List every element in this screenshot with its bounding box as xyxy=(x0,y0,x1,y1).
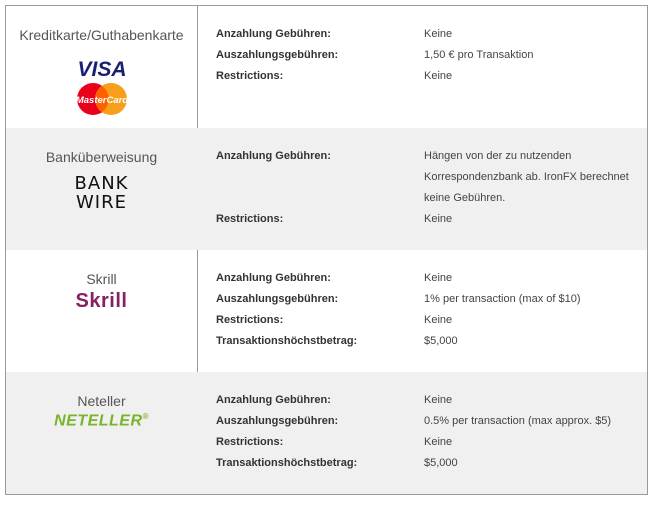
detail-value: Keine xyxy=(424,436,453,448)
details-cell: Anzahlung Gebühren: Keine Auszahlungsgeb… xyxy=(216,268,637,352)
registered-mark: ® xyxy=(142,412,149,421)
visa-text: VISA xyxy=(77,58,126,80)
detail-line: Auszahlungsgebühren: 0.5% per transactio… xyxy=(216,411,637,432)
mastercard-logo: MasterCard xyxy=(6,82,197,116)
detail-label: Auszahlungsgebühren: xyxy=(216,293,339,305)
detail-label: Anzahlung Gebühren: xyxy=(216,272,331,284)
bank-wire-line: WIRE xyxy=(76,192,127,213)
detail-label: Anzahlung Gebühren: xyxy=(216,28,331,40)
detail-line: Restrictions: Keine xyxy=(216,66,637,87)
detail-value: Keine xyxy=(424,70,453,82)
bank-wire-logo: BANK WIRE xyxy=(6,174,197,212)
detail-line: Restrictions: Keine xyxy=(216,310,637,331)
detail-label: Restrictions: xyxy=(216,314,284,326)
detail-line: Restrictions: Keine xyxy=(216,432,637,453)
detail-value: Hängen von der zu nutzenden Korresponden… xyxy=(424,150,629,204)
detail-value: $5,000 xyxy=(424,335,458,347)
detail-value: 1,50 € pro Transaktion xyxy=(424,49,534,61)
payment-methods-table: Kreditkarte/Guthabenkarte VISA MasterCar… xyxy=(5,5,648,495)
method-name: Kreditkarte/Guthabenkarte xyxy=(19,27,184,43)
detail-label: Anzahlung Gebühren: xyxy=(216,394,331,406)
table-row: Skrill Skrill Anzahlung Gebühren: Keine … xyxy=(6,250,647,372)
neteller-logo-text: NETELLER xyxy=(54,412,143,430)
detail-value: Keine xyxy=(424,272,453,284)
detail-value: Keine xyxy=(424,28,453,40)
detail-line: Restrictions: Keine xyxy=(216,209,637,230)
method-name: Neteller xyxy=(77,393,126,409)
visa-logo: VISA xyxy=(6,58,197,80)
skrill-logo: Skrill xyxy=(75,290,128,312)
detail-line: Anzahlung Gebühren: Keine xyxy=(216,24,637,45)
table-row: Kreditkarte/Guthabenkarte VISA MasterCar… xyxy=(6,6,647,128)
bank-wire-line: BANK xyxy=(74,173,129,194)
detail-label: Restrictions: xyxy=(216,436,284,448)
detail-label: Transaktionshöchstbetrag: xyxy=(216,335,358,347)
detail-line: Transaktionshöchstbetrag: $5,000 xyxy=(216,331,637,352)
method-cell: Neteller NETELLER® xyxy=(6,372,197,430)
details-cell: Anzahlung Gebühren: Keine Auszahlungsgeb… xyxy=(216,24,637,87)
neteller-logo: NETELLER® xyxy=(6,412,197,430)
detail-line: Auszahlungsgebühren: 1,50 € pro Transakt… xyxy=(216,45,637,66)
detail-label: Restrictions: xyxy=(216,70,284,82)
method-name: Banküberweisung xyxy=(45,149,158,165)
detail-value: $5,000 xyxy=(424,457,458,469)
method-cell: Kreditkarte/Guthabenkarte VISA MasterCar… xyxy=(6,6,197,116)
method-cell: Banküberweisung BANK WIRE xyxy=(6,128,197,212)
detail-label: Restrictions: xyxy=(216,213,284,225)
detail-value: 0.5% per transaction (max approx. $5) xyxy=(424,415,612,427)
detail-label: Auszahlungsgebühren: xyxy=(216,415,339,427)
detail-label: Transaktionshöchstbetrag: xyxy=(216,457,358,469)
detail-line: Transaktionshöchstbetrag: $5,000 xyxy=(216,453,637,474)
details-cell: Anzahlung Gebühren: Keine Auszahlungsgeb… xyxy=(216,390,637,474)
detail-value: Keine xyxy=(424,394,453,406)
detail-value: Keine xyxy=(424,213,453,225)
mastercard-text: MasterCard xyxy=(75,95,127,106)
detail-value: 1% per transaction (max of $10) xyxy=(424,293,581,305)
detail-value: Keine xyxy=(424,314,453,326)
details-cell: Anzahlung Gebühren: Hängen von der zu nu… xyxy=(216,146,637,230)
detail-line: Anzahlung Gebühren: Hängen von der zu nu… xyxy=(216,146,637,209)
method-name: Skrill xyxy=(86,271,117,287)
detail-line: Anzahlung Gebühren: Keine xyxy=(216,390,637,411)
detail-line: Auszahlungsgebühren: 1% per transaction … xyxy=(216,289,637,310)
method-cell: Skrill Skrill xyxy=(6,250,197,313)
detail-line: Anzahlung Gebühren: Keine xyxy=(216,268,637,289)
table-row: Banküberweisung BANK WIRE Anzahlung Gebü… xyxy=(6,128,647,250)
table-row: Neteller NETELLER® Anzahlung Gebühren: K… xyxy=(6,372,647,494)
detail-label: Anzahlung Gebühren: xyxy=(216,150,331,162)
detail-label: Auszahlungsgebühren: xyxy=(216,49,339,61)
